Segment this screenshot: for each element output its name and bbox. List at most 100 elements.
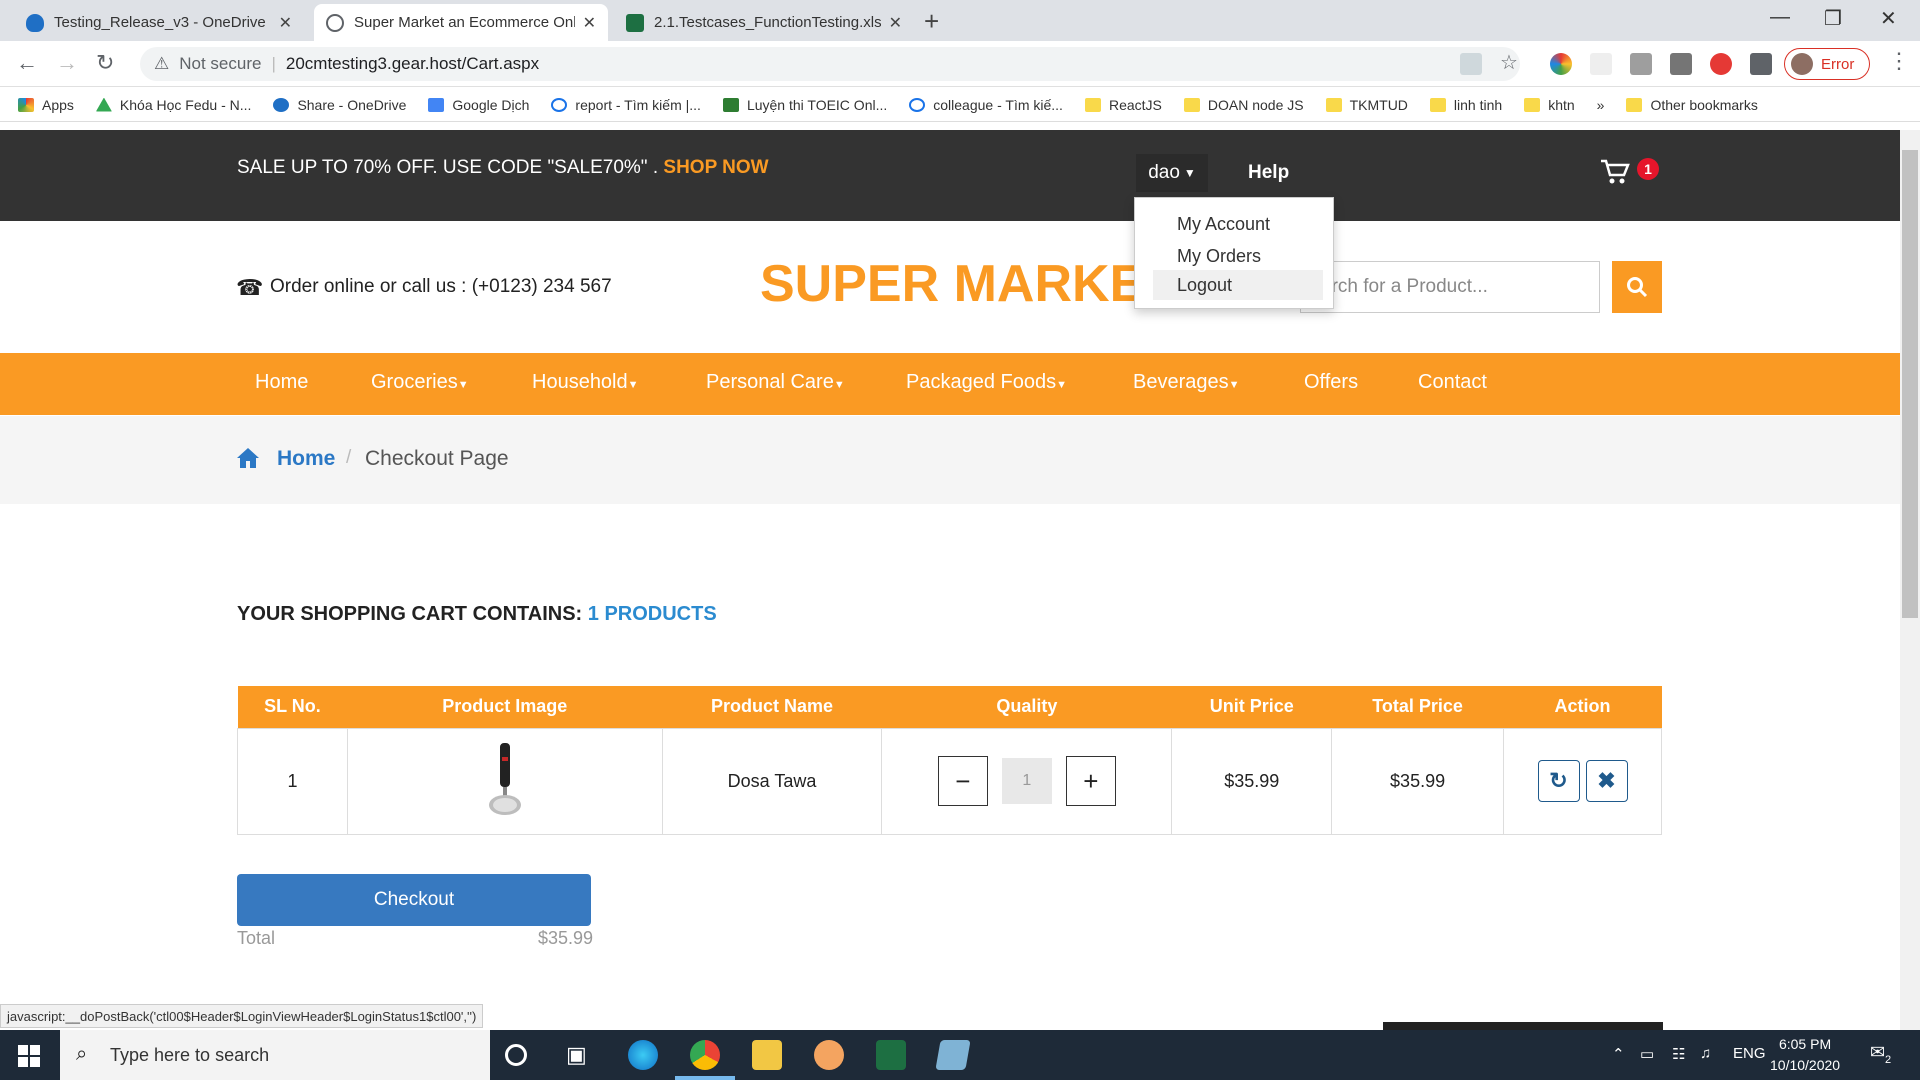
notification-count: 2 bbox=[1885, 1054, 1892, 1066]
breadcrumb-home-link[interactable]: Home bbox=[277, 447, 335, 471]
increase-qty-button[interactable]: + bbox=[1065, 756, 1116, 806]
bookmark-item[interactable]: report - Tìm kiếm |... bbox=[551, 97, 701, 113]
user-dropdown-toggle[interactable]: dao ▼ bbox=[1136, 154, 1208, 192]
cart-count-badge: 1 bbox=[1637, 158, 1659, 180]
menu-item-my-account[interactable]: My Account bbox=[1153, 209, 1323, 239]
minimize-icon[interactable]: — bbox=[1770, 6, 1790, 29]
nav-packaged-foods[interactable]: Packaged Foods▼ bbox=[906, 371, 1067, 394]
battery-icon[interactable]: ▭ bbox=[1640, 1045, 1654, 1063]
reload-icon[interactable]: ↻ bbox=[96, 50, 114, 76]
language-indicator[interactable]: ENG bbox=[1733, 1045, 1766, 1062]
chart-icon bbox=[722, 97, 739, 112]
cart-icon[interactable] bbox=[1600, 158, 1630, 193]
promo-bar: SALE UP TO 70% OFF. USE CODE "SALE70%" .… bbox=[0, 130, 1900, 221]
translate-icon bbox=[428, 97, 445, 112]
wifi-icon[interactable]: ☷ bbox=[1672, 1045, 1685, 1063]
bookmark-folder[interactable]: linh tinh bbox=[1429, 97, 1502, 113]
adblock-icon[interactable] bbox=[1710, 53, 1732, 75]
close-tab-icon[interactable]: ✕ bbox=[889, 13, 902, 33]
nav-personal-care[interactable]: Personal Care▼ bbox=[706, 371, 845, 394]
menu-item-my-orders[interactable]: My Orders bbox=[1153, 241, 1323, 271]
checkout-button[interactable]: Checkout bbox=[237, 874, 591, 926]
total-label: Total bbox=[237, 928, 276, 948]
cube-extension-icon[interactable] bbox=[1630, 53, 1652, 75]
remove-button[interactable]: ✖ bbox=[1585, 760, 1628, 802]
cortana-icon[interactable] bbox=[505, 1044, 527, 1066]
extension-icon[interactable] bbox=[1590, 53, 1612, 75]
tab-onedrive[interactable]: Testing_Release_v3 - OneDrive ✕ bbox=[14, 4, 304, 41]
bookmark-item[interactable]: colleague - Tìm kiế... bbox=[909, 97, 1063, 113]
url-field[interactable]: ⚠ Not secure | 20cmtesting3.gear.host/Ca… bbox=[140, 47, 1520, 81]
bookmark-folder[interactable]: ReactJS bbox=[1084, 97, 1162, 113]
folder-icon bbox=[1325, 97, 1342, 112]
url-text[interactable]: 20cmtesting3.gear.host/Cart.aspx bbox=[286, 54, 539, 74]
back-icon[interactable]: ← bbox=[16, 50, 38, 76]
translate-icon[interactable] bbox=[1460, 53, 1482, 75]
nav-contact[interactable]: Contact bbox=[1418, 371, 1487, 394]
bookmark-apps[interactable]: Apps bbox=[18, 97, 74, 113]
product-image-cell bbox=[346, 727, 663, 835]
bookmark-folder[interactable]: DOAN node JS bbox=[1183, 97, 1304, 113]
scrollbar[interactable] bbox=[1900, 130, 1920, 1030]
close-tab-icon[interactable]: ✕ bbox=[279, 13, 292, 33]
menu-item-logout[interactable]: Logout bbox=[1153, 270, 1323, 300]
scrollbar-thumb[interactable] bbox=[1902, 150, 1918, 618]
site-logo[interactable]: SUPER MARKET bbox=[760, 254, 1176, 314]
other-bookmarks[interactable]: Other bookmarks bbox=[1626, 97, 1758, 113]
tab-supermarket[interactable]: Super Market an Ecommerce Onl ✕ bbox=[314, 4, 608, 41]
nav-beverages[interactable]: Beverages▼ bbox=[1133, 371, 1240, 394]
new-tab-button[interactable]: + bbox=[924, 6, 939, 37]
not-secure-label[interactable]: Not secure bbox=[179, 54, 261, 74]
bookmark-item[interactable]: Luyện thi TOEIC Onl... bbox=[722, 97, 887, 113]
shop-now-link[interactable]: SHOP NOW bbox=[663, 157, 768, 178]
column-header: Unit Price bbox=[1171, 686, 1332, 728]
decrease-qty-button[interactable]: − bbox=[937, 756, 988, 806]
nav-household[interactable]: Household▼ bbox=[532, 371, 639, 394]
puzzle-icon[interactable] bbox=[1750, 53, 1772, 75]
column-header: SL No. bbox=[237, 686, 348, 728]
folder-icon bbox=[1626, 97, 1643, 112]
menu-icon[interactable]: ⋮ bbox=[1888, 48, 1910, 74]
excel-icon[interactable] bbox=[876, 1040, 906, 1070]
bookmark-folder[interactable]: khtn bbox=[1524, 97, 1575, 113]
volume-icon[interactable]: ♫ bbox=[1700, 1045, 1711, 1062]
search-input[interactable]: arch for a Product... bbox=[1300, 261, 1600, 313]
bookmark-item[interactable]: Share - OneDrive bbox=[273, 97, 406, 113]
profile-error-button[interactable]: Error bbox=[1784, 48, 1870, 80]
tab-excel[interactable]: 2.1.Testcases_FunctionTesting.xlsx ✕ bbox=[614, 4, 914, 41]
task-view-icon[interactable]: ▣ bbox=[566, 1042, 596, 1072]
contact-text: Order online or call us : (+0123) 234 56… bbox=[270, 276, 612, 297]
chrome-icon[interactable] bbox=[690, 1040, 720, 1070]
file-explorer-icon[interactable] bbox=[752, 1040, 782, 1070]
color-extension-icon[interactable] bbox=[1550, 53, 1572, 75]
windows-start-icon[interactable] bbox=[18, 1045, 40, 1067]
bookmark-item[interactable]: Khóa Học Fedu - N... bbox=[95, 97, 251, 113]
product-image[interactable] bbox=[485, 739, 525, 819]
nav-offers[interactable]: Offers bbox=[1304, 371, 1358, 394]
close-window-icon[interactable]: ✕ bbox=[1880, 6, 1897, 31]
restore-icon[interactable]: ❐ bbox=[1824, 6, 1842, 31]
chevron-up-icon[interactable]: ⌃ bbox=[1612, 1045, 1625, 1063]
refresh-button[interactable]: ↻ bbox=[1537, 760, 1580, 802]
forward-icon[interactable]: → bbox=[56, 50, 78, 76]
nav-home[interactable]: Home bbox=[255, 371, 308, 394]
paint-icon[interactable] bbox=[814, 1040, 844, 1070]
quantity-field[interactable]: 1 bbox=[1001, 758, 1052, 804]
bookmark-folder[interactable]: TKMTUD bbox=[1325, 97, 1408, 113]
clock[interactable]: 6:05 PM 10/10/2020 bbox=[1770, 1034, 1840, 1076]
star-icon[interactable]: ☆ bbox=[1500, 50, 1522, 74]
notes-icon[interactable] bbox=[935, 1040, 971, 1070]
more-bookmarks-button[interactable]: » bbox=[1597, 97, 1605, 113]
help-link[interactable]: Help bbox=[1248, 162, 1289, 184]
edge-icon[interactable] bbox=[628, 1040, 658, 1070]
taskbar-search-placeholder: Type here to search bbox=[110, 1044, 270, 1065]
sl-number: 1 bbox=[237, 727, 348, 835]
taskbar: ⌕ Type here to search ▣ ⌃ ▭ ☷ ♫ ENG 6:05… bbox=[0, 1030, 1920, 1080]
taskbar-search[interactable]: ⌕ Type here to search bbox=[60, 1030, 490, 1080]
notification-icon[interactable]: ✉ bbox=[1870, 1042, 1885, 1063]
close-tab-icon[interactable]: ✕ bbox=[583, 13, 596, 33]
nav-groceries[interactable]: Groceries▼ bbox=[371, 371, 469, 394]
search-button[interactable] bbox=[1612, 261, 1662, 313]
code-extension-icon[interactable] bbox=[1670, 53, 1692, 75]
bookmark-item[interactable]: Google Dịch bbox=[428, 97, 529, 113]
